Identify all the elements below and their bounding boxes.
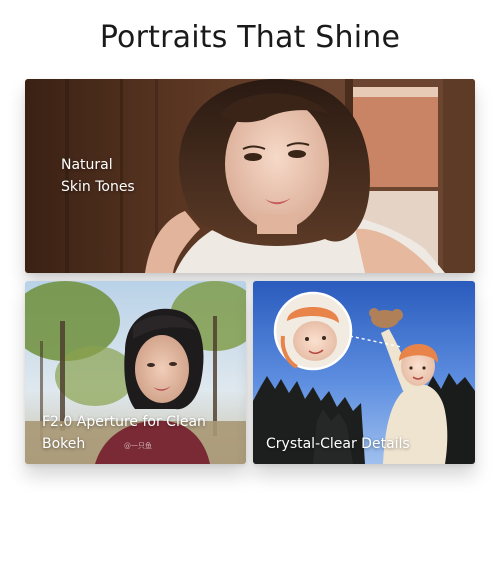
natural-skin-caption-line2: Skin Tones	[61, 179, 135, 195]
crystal-detail-card: Crystal-Clear Details	[253, 281, 475, 464]
section-title: Portraits That Shine	[99, 20, 401, 55]
crystal-detail-caption: Crystal-Clear Details	[266, 436, 410, 452]
aperture-caption-line1: F2.0 Aperture for Clean	[42, 414, 206, 430]
natural-skin-caption-line1: Natural	[61, 157, 113, 173]
aperture-bokeh-card: F2.0 Aperture for Clean Bokeh @一只鱼	[25, 281, 246, 464]
natural-skin-caption: Natural Skin Tones	[61, 154, 135, 198]
feature-section: Portraits That Shine Natural Skin Tones …	[0, 0, 500, 571]
photo-watermark: @一只鱼	[124, 442, 152, 450]
natural-skin-card: Natural Skin Tones	[25, 79, 475, 273]
